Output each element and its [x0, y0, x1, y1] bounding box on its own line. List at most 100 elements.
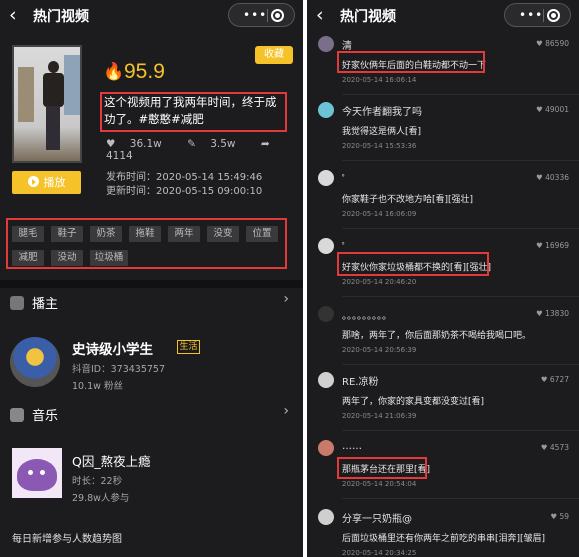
cover-eye [40, 470, 45, 475]
comment-author[interactable]: …… [342, 441, 362, 452]
comment-likes[interactable]: ♥ 40336 [536, 173, 569, 182]
comment-author[interactable]: RE.凉粉 [342, 373, 378, 388]
heart-icon: ♥ [540, 375, 550, 384]
comment-author[interactable]: 。。。。。。。。。 [342, 307, 392, 322]
streamer-avatar[interactable] [10, 337, 60, 387]
daily-trend-title: 每日新增参与人数趋势图 [12, 534, 122, 545]
comment-avatar[interactable] [318, 102, 334, 118]
mini-program-capsule: ••• [228, 3, 295, 27]
music-participants: 29.8w人参与 [72, 493, 130, 504]
highlight-box-comment-7 [337, 457, 427, 479]
comment-author[interactable]: ﾟ [342, 171, 347, 186]
comment-author[interactable]: 清 [342, 37, 352, 52]
comment-item[interactable]: 分享一只奶瓶@ ♥ 59 后面垃圾桶里还有你两年之前吃的串串[泪奔][皱眉] 2020… [307, 509, 579, 557]
shares-count: 4114 [106, 150, 133, 162]
comment-likes[interactable]: ♥ 4573 [541, 443, 569, 452]
comment-like-count: 40336 [545, 173, 569, 182]
video-dates: 发布时间：2020-05-14 15:49:46 更新时间：2020-05-15… [106, 171, 262, 199]
video-thumbnail[interactable] [12, 45, 82, 163]
comment-likes[interactable]: ♥ 16969 [536, 241, 569, 250]
mini-program-capsule: ••• [504, 3, 571, 27]
streamer-icon [10, 296, 24, 310]
comment-separator [342, 228, 579, 229]
play-icon [27, 176, 39, 187]
capsule-divider [543, 9, 544, 22]
collect-button[interactable]: 收藏 [255, 46, 293, 64]
play-button[interactable]: 播放 [12, 171, 81, 194]
video-detail-panel: ‹ 热门视频 ••• 🔥 95.9 收藏 这个视频用了我两年时间，终于成功了。#… [0, 0, 303, 557]
comment-date: 2020-05-14 15:53:36 [342, 142, 417, 150]
likes-stat: ♥ 36.1w [106, 138, 173, 150]
comment-likes[interactable]: ♥ 6727 [541, 375, 569, 384]
comment-text: 后面垃圾桶里还有你两年之前吃的串串[泪奔][皱眉] [342, 534, 546, 544]
comments-panel: ‹ 热门视频 ••• 清 ♥ 86590 好家伙俩年后面的白鞋动都不动一下 2020-… [307, 0, 579, 557]
comment-date: 2020-05-14 21:06:39 [342, 412, 417, 420]
fire-icon: 🔥 [103, 62, 125, 82]
music-title[interactable]: Q因_熬夜上瘾 [72, 451, 151, 470]
comment-item[interactable]: 。。。。。。。。。 ♥ 13830 那啥，两年了，你后面那奶茶不喝给我喝口吧。 202… [307, 306, 579, 374]
comment-text: 那啥，两年了，你后面那奶茶不喝给我喝口吧。 [342, 331, 532, 341]
share-icon: ➦ [260, 138, 270, 150]
highlight-box-comment-4 [337, 252, 489, 276]
comment-item[interactable]: RE.凉粉 ♥ 6727 两年了，你家的家具变都没变过[看] 2020-05-14 2… [307, 372, 579, 440]
comment-likes[interactable]: ♥ 86590 [536, 39, 569, 48]
comment-avatar[interactable] [318, 372, 334, 388]
streamer-name[interactable]: 史诗级小学生 [72, 338, 153, 358]
douyin-id: 抖音ID：373435757 [72, 364, 166, 375]
music-cover[interactable] [12, 448, 62, 498]
comment-avatar[interactable] [318, 238, 334, 254]
more-icon[interactable]: ••• [519, 9, 543, 21]
close-circle-icon[interactable] [271, 9, 284, 22]
capsule-divider [267, 9, 268, 22]
back-icon[interactable]: ‹ [9, 4, 17, 26]
comment-item[interactable]: 今天作者翻我了吗 ♥ 49001 我觉得这是俩人[看] 2020-05-14 15:5… [307, 102, 579, 170]
comment-like-count: 59 [559, 512, 569, 521]
comment-author[interactable]: 今天作者翻我了吗 [342, 103, 422, 118]
comment-avatar[interactable] [318, 170, 334, 186]
comment-like-count: 49001 [545, 105, 569, 114]
comment-date: 2020-05-14 16:06:14 [342, 76, 417, 84]
published-time: 发布时间：2020-05-14 15:49:46 [106, 172, 263, 183]
comment-avatar[interactable] [318, 306, 334, 322]
streamer-section-title: 播主 [32, 297, 59, 312]
heart-icon: ♥ [536, 309, 546, 318]
thumbnail-mirror [64, 55, 80, 115]
comment-likes[interactable]: ♥ 13830 [536, 309, 569, 318]
chevron-right-icon: › [283, 403, 289, 419]
comment-date: 2020-05-14 20:56:39 [342, 346, 417, 354]
collect-label: 收藏 [264, 49, 284, 60]
comment-avatar[interactable] [318, 509, 334, 525]
comment-date: 2020-05-14 20:34:25 [342, 549, 417, 557]
comment-likes[interactable]: ♥ 49001 [536, 105, 569, 114]
comment-avatar[interactable] [318, 36, 334, 52]
header-bar: ‹ 热门视频 ••• [0, 0, 303, 34]
comment-likes[interactable]: ♥ 59 [550, 512, 569, 521]
comments-count: 3.5w [210, 138, 236, 150]
person-head [48, 61, 59, 73]
back-icon[interactable]: ‹ [316, 4, 324, 26]
comment-like-count: 6727 [549, 375, 569, 384]
likes-count: 36.1w [129, 138, 162, 150]
heat-score: 95.9 [124, 60, 165, 83]
play-label: 播放 [43, 176, 66, 189]
comment-icon: ✎ [187, 138, 196, 150]
comment-separator [342, 160, 579, 161]
heart-icon: ♥ [536, 173, 546, 182]
comment-item[interactable]: ﾟ ♥ 40336 你家鞋子也不改地方哈[看][强壮] 2020-05-14 16:0… [307, 170, 579, 238]
comment-avatar[interactable] [318, 440, 334, 456]
updated-time: 更新时间：2020-05-15 09:00:10 [106, 186, 263, 197]
more-icon[interactable]: ••• [243, 9, 267, 21]
comment-author[interactable]: 分享一只奶瓶@ [342, 510, 412, 525]
close-circle-icon[interactable] [547, 9, 560, 22]
music-section-title: 音乐 [32, 409, 59, 424]
header-bar: ‹ 热门视频 ••• [307, 0, 579, 34]
heart-icon: ♥ [536, 39, 546, 48]
page-title: 热门视频 [340, 9, 396, 25]
comment-like-count: 86590 [545, 39, 569, 48]
heart-icon: ♥ [536, 105, 546, 114]
person-legs [46, 106, 60, 150]
cover-cat [17, 459, 57, 491]
thumbnail-person [42, 61, 64, 151]
cover-eye [28, 470, 33, 475]
comment-text: 你家鞋子也不改地方哈[看][强壮] [342, 195, 474, 205]
